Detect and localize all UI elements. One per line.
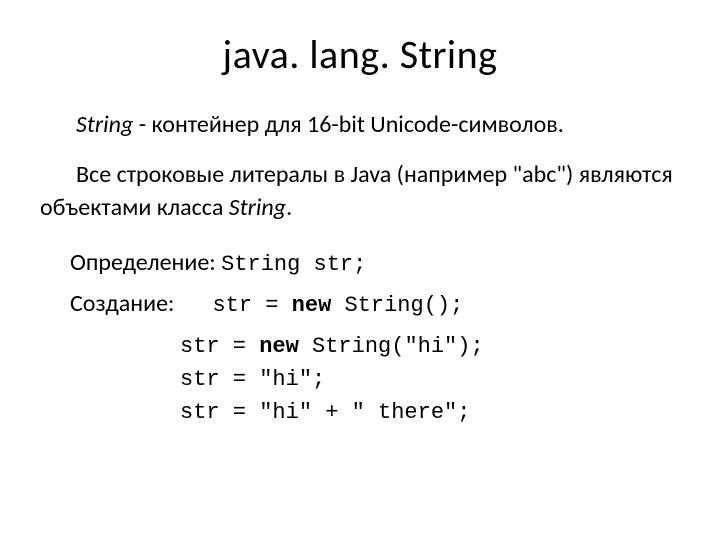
para2-part2: . [286,193,292,222]
code-prefix: str = "hi" + " there"; [180,400,470,425]
creation-first-kw: new [292,293,332,318]
definition-row: Определение: String str; [70,248,680,277]
code-kw: new [259,334,299,359]
code-line: str = new String("hi"); [180,330,680,363]
creation-row: Создание: str = new String(); [70,289,680,318]
para2-italic: String [229,193,286,222]
string-italic: String [76,110,133,139]
creation-label: Создание: [70,289,174,318]
page-title: java. lang. String [40,30,680,79]
definition-code: String str; [221,252,366,277]
code-line: str = "hi" + " there"; [180,396,680,429]
definition-label: Определение: [70,248,221,277]
definition-block: Определение: String str; Создание: str =… [70,248,680,318]
slide: java. lang. String String - контейнер дл… [0,0,720,540]
code-rest: String("hi"); [299,334,484,359]
creation-first-prefix: str = [212,293,291,318]
code-prefix: str = [180,334,259,359]
paragraph-2: Все строковые литералы в Java (например … [40,159,680,224]
para1-rest: - контейнер для 16-bit Unicode-символов. [133,110,564,139]
code-line: str = "hi"; [180,363,680,396]
para2-part1: Все строковые литералы в Java (например … [40,160,673,221]
code-prefix: str = "hi"; [180,367,325,392]
creation-first-rest: String(); [331,293,463,318]
paragraph-1: String - контейнер для 16-bit Unicode-си… [40,109,680,141]
code-block: str = new String("hi"); str = "hi"; str … [180,330,680,429]
